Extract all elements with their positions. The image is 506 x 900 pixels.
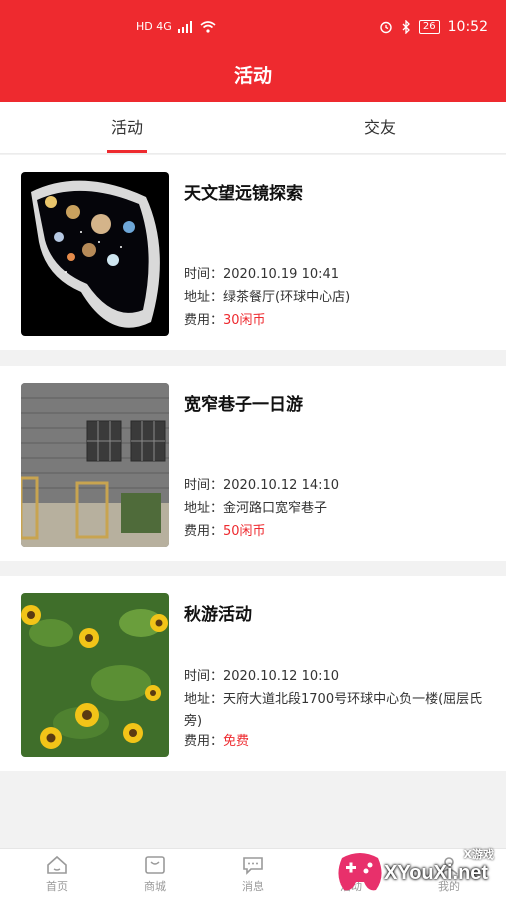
fee-label: 费用： xyxy=(184,524,224,539)
alarm-icon xyxy=(380,21,392,34)
tab-activity[interactable]: 活动 xyxy=(67,102,187,154)
event-time-row: 时间：2020.10.19 10:41 xyxy=(184,264,494,286)
active-tab-indicator xyxy=(107,150,147,153)
time-label: 时间： xyxy=(184,478,224,493)
event-address-row: 地址：天府大道北段1700号环球中心负一楼(屈层氏旁) xyxy=(184,689,484,733)
event-fee: 30闲币 xyxy=(223,313,266,328)
event-thumbnail-planets xyxy=(21,172,169,336)
event-title: 天文望远镜探索 xyxy=(184,184,303,204)
event-fee: 50闲币 xyxy=(223,524,266,539)
time-label: 时间： xyxy=(184,669,224,684)
nav-label: 首页 xyxy=(46,880,68,893)
address-label: 地址： xyxy=(184,290,224,305)
tab-friends[interactable]: 交友 xyxy=(320,102,440,154)
nav-item-message[interactable]: 消息 xyxy=(223,855,283,894)
event-time: 2020.10.19 10:41 xyxy=(223,267,340,282)
event-time-row: 时间：2020.10.12 14:10 xyxy=(184,475,494,497)
network-status: HD 4G xyxy=(136,20,216,33)
event-time: 2020.10.12 14:10 xyxy=(223,478,340,493)
event-address: 绿茶餐厅(环球中心店) xyxy=(223,290,351,305)
wifi-icon xyxy=(200,20,216,33)
watermark-text: XYouXi.net xyxy=(384,862,489,884)
page-title: 活动 xyxy=(0,56,506,102)
watermark-sub: X游戏 xyxy=(463,848,494,861)
event-address-row: 地址：绿茶餐厅(环球中心店) xyxy=(184,287,494,309)
network-label: HD 4G xyxy=(136,20,172,33)
event-time: 2020.10.12 10:10 xyxy=(223,669,340,684)
address-label: 地址： xyxy=(184,692,224,707)
signal-icon xyxy=(177,20,192,33)
event-card[interactable]: 秋游活动 时间：2020.10.12 10:10 地址：天府大道北段1700号环… xyxy=(0,576,506,771)
nav-label: 消息 xyxy=(242,880,264,893)
event-title: 秋游活动 xyxy=(184,605,252,625)
event-address: 天府大道北段1700号环球中心负一楼(屈层氏旁) xyxy=(184,692,483,729)
address-label: 地址： xyxy=(184,501,224,516)
event-address-row: 地址：金河路口宽窄巷子 xyxy=(184,498,494,520)
event-thumbnail-sunflowers xyxy=(21,593,169,757)
nav-item-home[interactable]: 首页 xyxy=(27,855,87,894)
event-fee-row: 费用：50闲币 xyxy=(184,521,494,543)
fee-label: 费用： xyxy=(184,313,224,328)
message-icon xyxy=(243,857,263,875)
status-bar: HD 4G 26 10:52 xyxy=(0,0,506,56)
event-title: 宽窄巷子一日游 xyxy=(184,395,303,415)
battery-indicator: 26 xyxy=(418,20,440,34)
system-status: 26 10:52 xyxy=(379,19,488,35)
event-thumbnail-alley xyxy=(21,383,169,547)
watermark: X游戏 XYouXi.net xyxy=(330,842,506,900)
fee-label: 费用： xyxy=(184,734,224,749)
event-fee-row: 费用：免费 xyxy=(184,731,494,753)
event-time-row: 时间：2020.10.12 10:10 xyxy=(184,666,494,688)
nav-item-shop[interactable]: 商城 xyxy=(125,855,185,894)
home-icon xyxy=(47,855,67,874)
bluetooth-icon xyxy=(402,20,410,34)
nav-label: 商城 xyxy=(144,880,166,893)
event-address: 金河路口宽窄巷子 xyxy=(223,501,328,516)
event-fee: 免费 xyxy=(223,734,250,749)
status-time: 10:52 xyxy=(447,19,488,35)
event-card[interactable]: 天文望远镜探索 时间：2020.10.19 10:41 地址：绿茶餐厅(环球中心… xyxy=(0,155,506,350)
shop-icon xyxy=(145,856,165,874)
time-label: 时间： xyxy=(184,267,224,282)
tab-bar: 活动 交友 xyxy=(0,102,506,154)
event-card[interactable]: 宽窄巷子一日游 时间：2020.10.12 14:10 地址：金河路口宽窄巷子 … xyxy=(0,366,506,561)
gamepad-logo-icon xyxy=(338,853,382,891)
event-fee-row: 费用：30闲币 xyxy=(184,310,494,332)
